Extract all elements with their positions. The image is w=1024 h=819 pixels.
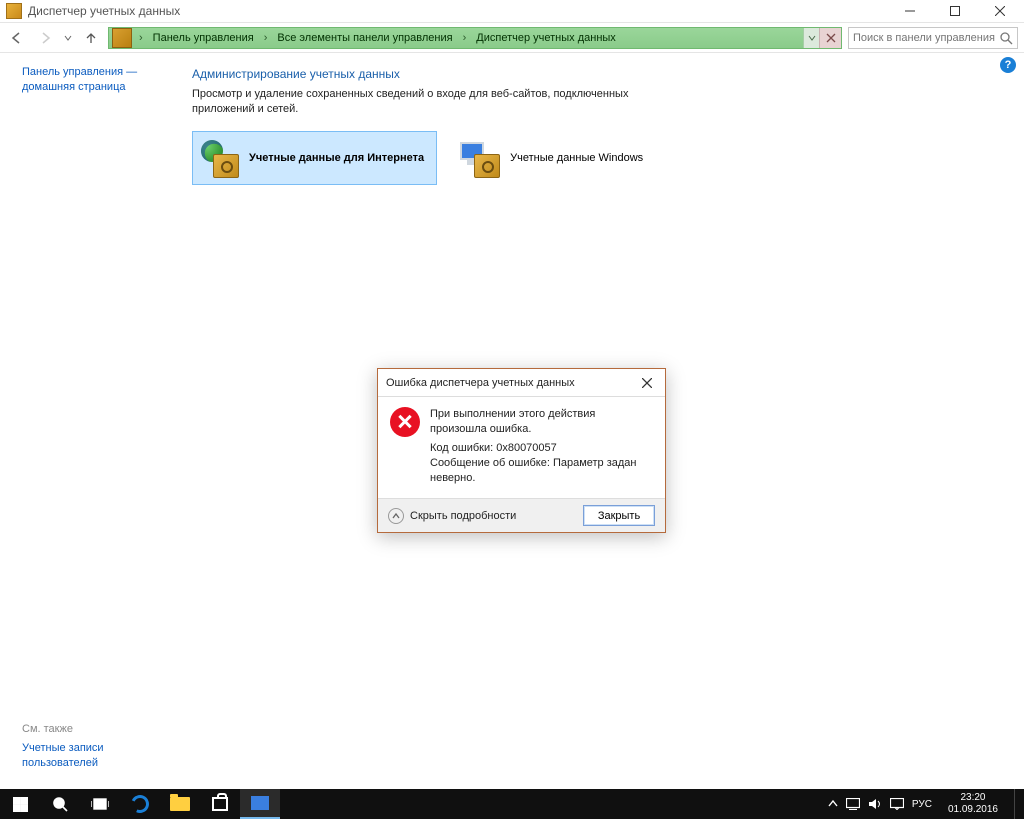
dialog-toggle-details[interactable]: Скрыть подробности	[388, 508, 575, 524]
dialog-error-detail: Сообщение об ошибке: Параметр задан неве…	[430, 456, 653, 486]
taskbar-app-explorer[interactable]	[160, 789, 200, 819]
nav-history-dropdown[interactable]	[62, 27, 74, 49]
dialog-close-button[interactable]	[637, 373, 657, 393]
show-desktop-button[interactable]	[1014, 789, 1020, 819]
location-icon	[112, 28, 132, 48]
refresh-button[interactable]	[819, 28, 841, 48]
chevron-up-icon	[388, 508, 404, 524]
close-window-button[interactable]	[977, 0, 1022, 22]
store-icon	[212, 797, 228, 811]
app-icon	[6, 3, 22, 19]
nav-forward-button[interactable]	[34, 27, 56, 49]
dialog-title-text: Ошибка диспетчера учетных данных	[386, 377, 637, 389]
error-icon	[390, 407, 420, 437]
error-dialog: Ошибка диспетчера учетных данных При вып…	[377, 368, 666, 533]
clock-date: 01.09.2016	[948, 804, 998, 816]
taskbar-app-store[interactable]	[200, 789, 240, 819]
taskbar-app-edge[interactable]	[120, 789, 160, 819]
language-indicator[interactable]: РУС	[912, 799, 932, 810]
nav-back-button[interactable]	[6, 27, 28, 49]
address-dropdown-button[interactable]	[803, 28, 819, 48]
taskbar: РУС 23:20 01.09.2016	[0, 789, 1024, 819]
taskbar-app-control-panel[interactable]	[240, 789, 280, 819]
web-credentials-icon	[199, 138, 239, 178]
dialog-titlebar: Ошибка диспетчера учетных данных	[378, 369, 665, 397]
system-tray: РУС 23:20 01.09.2016	[824, 789, 1024, 819]
tray-overflow-icon[interactable]	[828, 799, 838, 809]
task-view-button[interactable]	[80, 789, 120, 819]
folder-icon	[170, 797, 190, 811]
chevron-right-icon: ›	[260, 32, 272, 44]
taskbar-clock[interactable]: 23:20 01.09.2016	[940, 790, 1006, 818]
dialog-toggle-label: Скрыть подробности	[410, 510, 516, 522]
sidebar-user-accounts-link[interactable]: Учетные записи пользователей	[22, 741, 162, 771]
breadcrumb-seg-0[interactable]: Панель управления	[147, 28, 260, 48]
window-titlebar: Диспетчер учетных данных	[0, 0, 1024, 23]
breadcrumb-seg-2[interactable]: Диспетчер учетных данных	[470, 28, 622, 48]
taskbar-search-button[interactable]	[40, 789, 80, 819]
tile-web-label: Учетные данные для Интернета	[249, 152, 424, 164]
windows-credentials-icon	[460, 138, 500, 178]
maximize-button[interactable]	[932, 0, 977, 22]
search-input[interactable]	[853, 32, 999, 44]
toolbar: › Панель управления › Все элементы панел…	[0, 23, 1024, 53]
volume-icon[interactable]	[868, 798, 882, 810]
address-bar[interactable]: › Панель управления › Все элементы панел…	[108, 27, 842, 49]
input-indicator-icon[interactable]	[846, 798, 860, 810]
control-panel-icon	[251, 796, 269, 810]
tile-windows-credentials[interactable]: Учетные данные Windows	[453, 131, 656, 185]
tile-windows-label: Учетные данные Windows	[510, 152, 643, 164]
edge-icon	[128, 792, 151, 815]
page-heading: Администрирование учетных данных	[192, 67, 1004, 81]
chevron-right-icon: ›	[459, 32, 471, 44]
nav-up-button[interactable]	[80, 27, 102, 49]
see-also-label: См. также	[22, 723, 162, 735]
breadcrumb-seg-1[interactable]: Все элементы панели управления	[271, 28, 458, 48]
sidebar-home-link[interactable]: Панель управления — домашняя страница	[22, 65, 162, 95]
page-description: Просмотр и удаление сохраненных сведений…	[192, 87, 642, 117]
notifications-icon[interactable]	[890, 798, 904, 810]
chevron-right-icon: ›	[135, 32, 147, 44]
dialog-close-action-button[interactable]: Закрыть	[583, 505, 655, 526]
search-icon	[999, 31, 1013, 45]
dialog-message: При выполнении этого действия произошла …	[430, 407, 653, 437]
start-button[interactable]	[0, 789, 40, 819]
clock-time: 23:20	[948, 792, 998, 804]
minimize-button[interactable]	[887, 0, 932, 22]
window-title: Диспетчер учетных данных	[28, 4, 887, 18]
dialog-error-code: Код ошибки: 0x80070057	[430, 441, 653, 456]
sidebar: Панель управления — домашняя страница См…	[0, 53, 172, 789]
dialog-text: При выполнении этого действия произошла …	[430, 407, 653, 486]
tile-web-credentials[interactable]: Учетные данные для Интернета	[192, 131, 437, 185]
search-box[interactable]	[848, 27, 1018, 49]
